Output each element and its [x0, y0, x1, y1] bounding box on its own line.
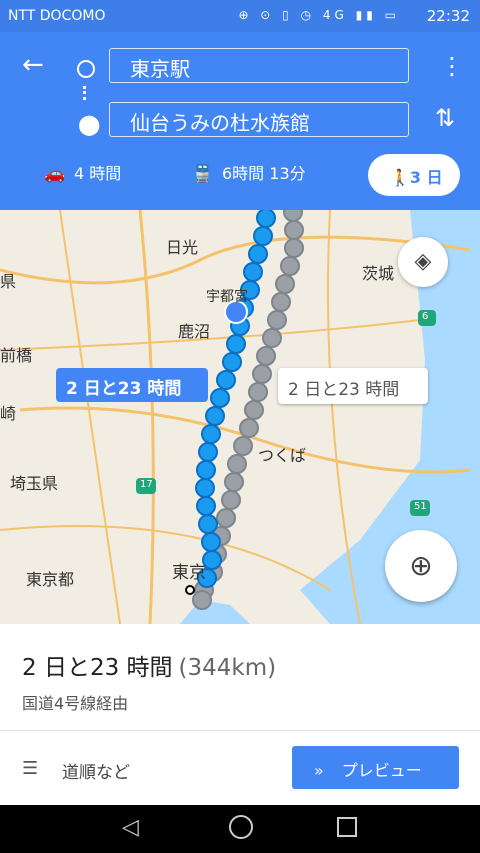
destination-pin-icon: ⬤	[78, 112, 101, 136]
origin-circle-icon	[77, 60, 95, 78]
map-label-saitama: 埼玉県	[10, 474, 59, 493]
swap-icon[interactable]: ⇅	[435, 104, 455, 132]
divider	[0, 730, 480, 731]
route-via: 国道4号線経由	[22, 694, 129, 713]
preview-button[interactable]: » プレビュー	[292, 746, 459, 789]
steps-button[interactable]: 道順など	[62, 758, 130, 783]
clock: 22:32	[426, 7, 470, 25]
my-location-icon: ⊕	[409, 549, 433, 582]
origin-field[interactable]: 東京駅	[109, 48, 409, 83]
map-label-utsunomiya: 宇都宮	[206, 289, 248, 305]
double-chevron-icon: »	[314, 761, 324, 780]
more-options-icon[interactable]: ⋮	[440, 52, 464, 80]
map-label-tsukuba: つくば	[258, 446, 307, 465]
mode-walking[interactable]: 🚶3 日	[368, 154, 460, 196]
back-arrow-icon[interactable]: ←	[22, 50, 44, 80]
map-label-tokyo-to: 東京都	[26, 570, 75, 589]
map-label-tokyo: 東京	[172, 563, 206, 583]
nav-recents-icon[interactable]	[337, 817, 357, 837]
primary-route-label[interactable]: 2 日と23 時間	[56, 368, 208, 402]
route-summary[interactable]: 2 日と23 時間 (344km)	[22, 648, 276, 682]
mode-transit-label: 6時間 13分	[222, 164, 306, 183]
alternative-route-label[interactable]: 2 日と23 時間	[278, 368, 428, 404]
map-label-ken: 県	[0, 272, 17, 291]
layers-icon: ◈	[414, 249, 432, 274]
road-number-17: 17	[140, 479, 153, 490]
walk-icon: 🚶	[390, 168, 410, 187]
map-label-ibaraki: 茨城	[362, 264, 395, 283]
preview-label: プレビュー	[341, 761, 422, 780]
mode-driving[interactable]: 🚗 4 時間	[44, 160, 121, 184]
system-nav-bar: ◁	[0, 805, 480, 853]
destination-field[interactable]: 仙台うみの杜水族館	[109, 102, 409, 137]
map-label-maebashi: 前橋	[0, 346, 33, 365]
carrier-name: NTT DOCOMO	[8, 8, 106, 24]
status-bar: NTT DOCOMO ⊕ ⊙ ▯ ◷ 4G ▮▮ ▭ 22:32	[0, 0, 480, 32]
my-location-button[interactable]: ⊕	[385, 530, 457, 602]
nav-back-icon[interactable]: ◁	[122, 815, 139, 840]
status-icons: ⊕ ⊙ ▯ ◷ 4G ▮▮ ▭	[238, 8, 400, 22]
map-label-kanuma: 鹿沼	[178, 322, 211, 341]
route-dots-icon	[83, 86, 89, 100]
list-icon[interactable]: ☰	[22, 758, 38, 779]
road-number-51: 51	[414, 501, 427, 512]
directions-header: ← 東京駅 ⬤ 仙台うみの杜水族館 ⋮ ⇅ 🚗 4 時間 🚆 6時間 13分 🚶3 …	[0, 32, 480, 210]
mode-driving-label: 4 時間	[74, 164, 122, 183]
train-icon: 🚆	[192, 164, 214, 184]
car-icon: 🚗	[44, 164, 66, 184]
layers-button[interactable]: ◈	[398, 237, 448, 287]
mode-walking-label: 3 日	[409, 168, 443, 187]
mode-transit[interactable]: 🚆 6時間 13分	[192, 160, 306, 184]
nav-home-icon[interactable]	[229, 815, 253, 839]
route-distance: (344km)	[178, 655, 277, 681]
route-duration: 2 日と23 時間	[22, 655, 173, 681]
map-label-saki: 崎	[0, 404, 17, 423]
map-label-nikko: 日光	[166, 238, 199, 257]
road-number-6: 6	[422, 311, 429, 322]
